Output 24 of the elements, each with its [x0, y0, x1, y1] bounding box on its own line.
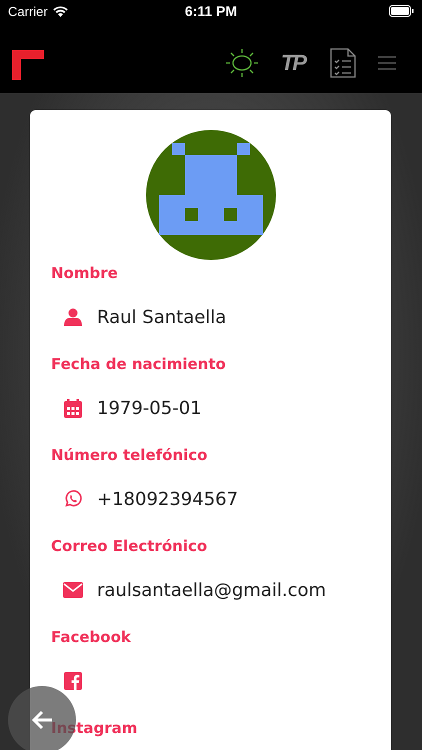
- field-value: 1979-05-01: [97, 398, 202, 418]
- logo-icon: [12, 50, 44, 80]
- sun-icon[interactable]: [224, 48, 259, 78]
- field-label: Facebook: [51, 627, 132, 648]
- clock-time: 6:11 PM: [184, 3, 238, 19]
- field-label: Correo Electrónico: [51, 536, 208, 557]
- battery-icon: [388, 5, 414, 17]
- field-label: Nombre: [51, 263, 119, 284]
- envelope-icon: [63, 582, 83, 598]
- facebook-icon: [64, 672, 82, 690]
- checklist-icon[interactable]: [330, 48, 356, 78]
- wifi-icon: [52, 6, 68, 16]
- field-value: +18092394567: [97, 488, 238, 510]
- menu-icon[interactable]: [378, 56, 396, 70]
- tp-logo[interactable]: TP: [280, 50, 308, 76]
- carrier-label: Carrier: [8, 4, 48, 18]
- field-value: Raul Santaella: [97, 306, 226, 328]
- field-label: Fecha de nacimiento: [51, 354, 227, 375]
- field-label: Número telefónico: [51, 445, 208, 466]
- calendar-icon: [64, 398, 82, 418]
- whatsapp-icon: [64, 490, 82, 508]
- field-value: raulsantaella@gmail.com: [97, 580, 326, 600]
- back-arrow-icon: [31, 710, 53, 730]
- person-icon: [64, 308, 82, 326]
